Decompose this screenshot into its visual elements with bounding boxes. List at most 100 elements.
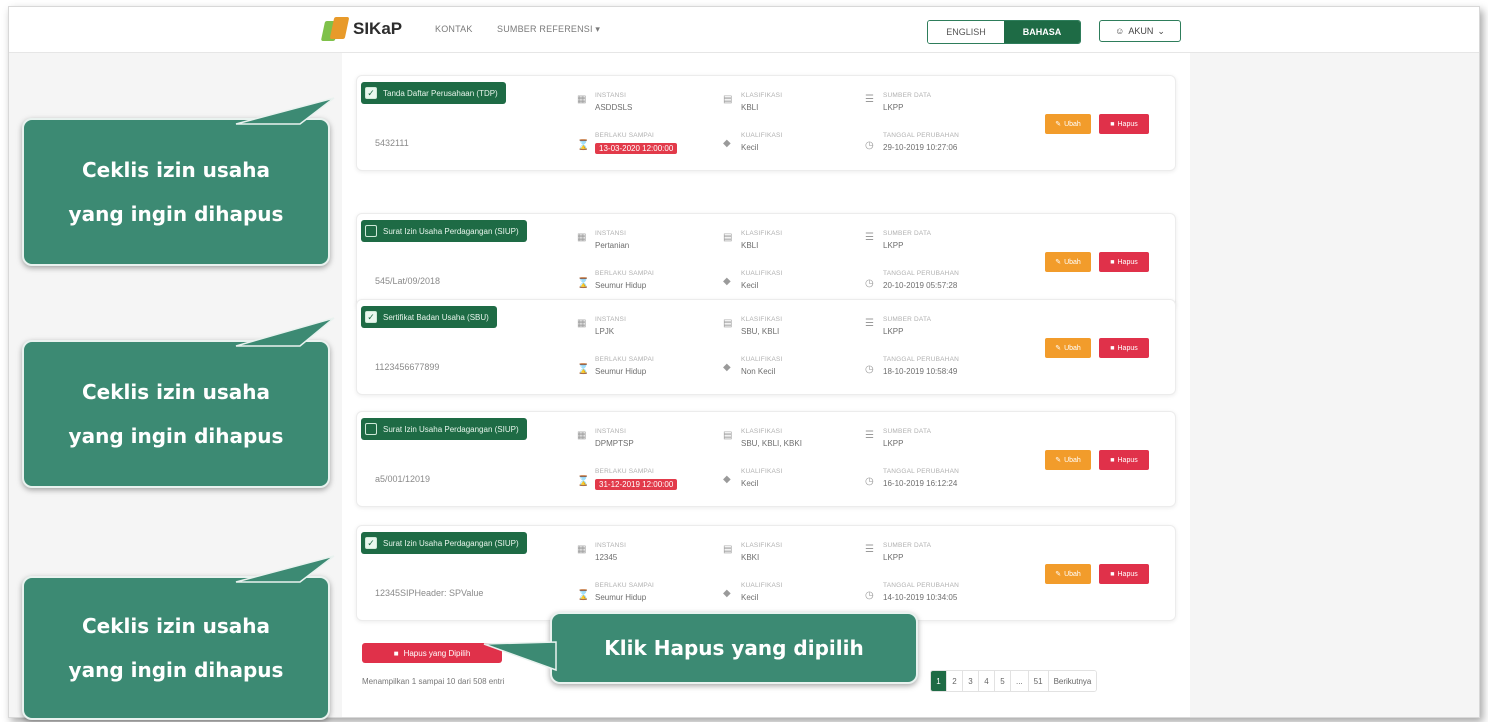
field-label: TANGGAL PERUBAHAN bbox=[883, 132, 959, 139]
page-link[interactable]: 2 bbox=[947, 671, 963, 691]
page-link[interactable]: 51 bbox=[1028, 671, 1049, 691]
select-checkbox[interactable]: ✓ bbox=[365, 537, 377, 549]
select-checkbox[interactable]: ✓ bbox=[365, 311, 377, 323]
database-icon: ☰ bbox=[865, 318, 874, 329]
delete-label: Hapus bbox=[1117, 120, 1138, 128]
field-value: KBKI bbox=[741, 553, 760, 562]
edit-label: Ubah bbox=[1064, 456, 1081, 464]
delete-label: Hapus bbox=[1117, 258, 1138, 266]
delete-label: Hapus bbox=[1117, 570, 1138, 578]
edit-button[interactable]: ✎ Ubah bbox=[1045, 564, 1091, 584]
edit-button[interactable]: ✎ Ubah bbox=[1045, 114, 1091, 134]
pagination: 1 2 3 4 5... 51 Berikutnya bbox=[930, 670, 1098, 692]
logo-icon bbox=[320, 17, 350, 41]
top-navbar: SIKaP KONTAK SUMBER REFERENSI ▾ ENGLISH … bbox=[9, 7, 1479, 53]
account-dropdown[interactable]: ☺ AKUN ⌄ bbox=[1099, 20, 1181, 42]
license-card: ✓ Surat Izin Usaha Perdagangan (SIUP) 12… bbox=[356, 525, 1176, 621]
field-value: 18-10-2019 10:58:49 bbox=[883, 367, 958, 376]
document-icon: ▤ bbox=[723, 94, 733, 105]
license-type: Tanda Daftar Perusahaan (TDP) bbox=[383, 88, 498, 98]
field-klasifikasi: KLASIFIKASI KBLI bbox=[741, 230, 782, 250]
delete-selected-button[interactable]: ■ Hapus yang Dipilih bbox=[362, 643, 502, 663]
field-kualifikasi: KUALIFIKASI Non Kecil bbox=[741, 356, 783, 376]
field-sumber-data: SUMBER DATA LKPP bbox=[883, 230, 931, 250]
edit-icon: ✎ bbox=[1055, 571, 1062, 578]
sikap-logo[interactable]: SIKaP bbox=[320, 17, 403, 41]
delete-button[interactable]: ■ Hapus bbox=[1099, 252, 1149, 272]
field-label: TANGGAL PERUBAHAN bbox=[883, 468, 959, 475]
language-switch: ENGLISH BAHASA bbox=[927, 20, 1081, 44]
document-icon: ▤ bbox=[723, 232, 733, 243]
database-icon: ☰ bbox=[865, 232, 874, 243]
field-value: LKPP bbox=[883, 439, 904, 448]
edit-button[interactable]: ✎ Ubah bbox=[1045, 450, 1091, 470]
page-link[interactable]: 3 bbox=[963, 671, 979, 691]
select-checkbox[interactable] bbox=[365, 423, 377, 435]
delete-button[interactable]: ■ Hapus bbox=[1099, 114, 1149, 134]
building-icon: ▦ bbox=[577, 94, 587, 105]
field-sumber-data: SUMBER DATA LKPP bbox=[883, 542, 931, 562]
field-value: 14-10-2019 10:34:05 bbox=[883, 593, 958, 602]
field-value: ASDDSLS bbox=[595, 103, 633, 112]
callout-check-2: Ceklis izin usaha yang ingin dihapus bbox=[22, 340, 330, 488]
delete-button[interactable]: ■ Hapus bbox=[1099, 338, 1149, 358]
field-value: LKPP bbox=[883, 327, 904, 336]
trash-icon: ■ bbox=[1110, 120, 1115, 128]
delete-button[interactable]: ■ Hapus bbox=[1099, 450, 1149, 470]
field-klasifikasi: KLASIFIKASI KBLI bbox=[741, 92, 782, 112]
page-link[interactable]: 5 bbox=[995, 671, 1011, 691]
field-label: SUMBER DATA bbox=[883, 542, 932, 549]
field-instansi: INSTANSI ASDDSLS bbox=[595, 92, 632, 112]
page-link[interactable]: Berikutnya bbox=[1048, 671, 1097, 691]
license-card: Surat Izin Usaha Perdagangan (SIUP) 545/… bbox=[356, 213, 1176, 309]
edit-icon: ✎ bbox=[1055, 259, 1062, 266]
callout-delete-selected: Klik Hapus yang dipilih bbox=[550, 612, 918, 684]
delete-label: Hapus bbox=[1117, 456, 1138, 464]
lang-bahasa-button[interactable]: BAHASA bbox=[1004, 21, 1080, 43]
field-value: Seumur Hidup bbox=[595, 281, 647, 290]
delete-label: Hapus bbox=[1117, 344, 1138, 352]
license-number: 545/Lat/09/2018 bbox=[375, 276, 441, 286]
field-berlaku: BERLAKU SAMPAI 13-03-2020 12:00:00 bbox=[595, 132, 678, 154]
field-tanggal: TANGGAL PERUBAHAN 16-10-2019 16:12:24 bbox=[883, 468, 959, 488]
nav-sumber-referensi[interactable]: SUMBER REFERENSI ▾ bbox=[497, 24, 600, 35]
entries-info: Menampilkan 1 sampai 10 dari 508 entri bbox=[362, 677, 505, 686]
edit-icon: ✎ bbox=[1055, 121, 1062, 128]
field-value: LKPP bbox=[883, 241, 904, 250]
document-icon: ▤ bbox=[723, 430, 733, 441]
lang-english-button[interactable]: ENGLISH bbox=[928, 21, 1004, 43]
building-icon: ▦ bbox=[577, 544, 587, 555]
field-label: KLASIFIKASI bbox=[741, 428, 783, 435]
brand-name: SIKaP bbox=[353, 19, 403, 38]
field-label: INSTANSI bbox=[595, 428, 627, 435]
field-value: 29-10-2019 10:27:06 bbox=[883, 143, 958, 152]
callout-check-1: Ceklis izin usaha yang ingin dihapus bbox=[22, 118, 330, 266]
field-value: DPMPTSP bbox=[595, 439, 634, 448]
field-tanggal: TANGGAL PERUBAHAN 20-10-2019 05:57:28 bbox=[883, 270, 959, 290]
delete-button[interactable]: ■ Hapus bbox=[1099, 564, 1149, 584]
edit-button[interactable]: ✎ Ubah bbox=[1045, 252, 1091, 272]
select-checkbox[interactable]: ✓ bbox=[365, 87, 377, 99]
tag-icon: ◆ bbox=[723, 588, 731, 599]
nav-kontak[interactable]: KONTAK bbox=[435, 24, 473, 34]
account-label: AKUN bbox=[1128, 26, 1154, 36]
page-link[interactable]: 1 bbox=[931, 671, 947, 691]
field-label: INSTANSI bbox=[595, 316, 627, 323]
hourglass-icon: ⌛ bbox=[577, 278, 590, 289]
field-label: BERLAKU SAMPAI bbox=[595, 270, 655, 277]
field-tanggal: TANGGAL PERUBAHAN 18-10-2019 10:58:49 bbox=[883, 356, 959, 376]
select-checkbox[interactable] bbox=[365, 225, 377, 237]
page-link[interactable]: 4 bbox=[979, 671, 995, 691]
field-sumber-data: SUMBER DATA LKPP bbox=[883, 428, 931, 448]
license-number: 12345SIPHeader: SPValue bbox=[375, 588, 484, 598]
tag-icon: ◆ bbox=[723, 474, 731, 485]
field-label: KUALIFIKASI bbox=[741, 468, 783, 475]
edit-icon: ✎ bbox=[1055, 345, 1062, 352]
license-type: Surat Izin Usaha Perdagangan (SIUP) bbox=[383, 424, 519, 434]
page-link[interactable]: ... bbox=[1011, 671, 1029, 691]
edit-icon: ✎ bbox=[1055, 457, 1062, 464]
field-value: 16-10-2019 16:12:24 bbox=[883, 479, 958, 488]
edit-button[interactable]: ✎ Ubah bbox=[1045, 338, 1091, 358]
edit-label: Ubah bbox=[1064, 344, 1081, 352]
database-icon: ☰ bbox=[865, 544, 874, 555]
